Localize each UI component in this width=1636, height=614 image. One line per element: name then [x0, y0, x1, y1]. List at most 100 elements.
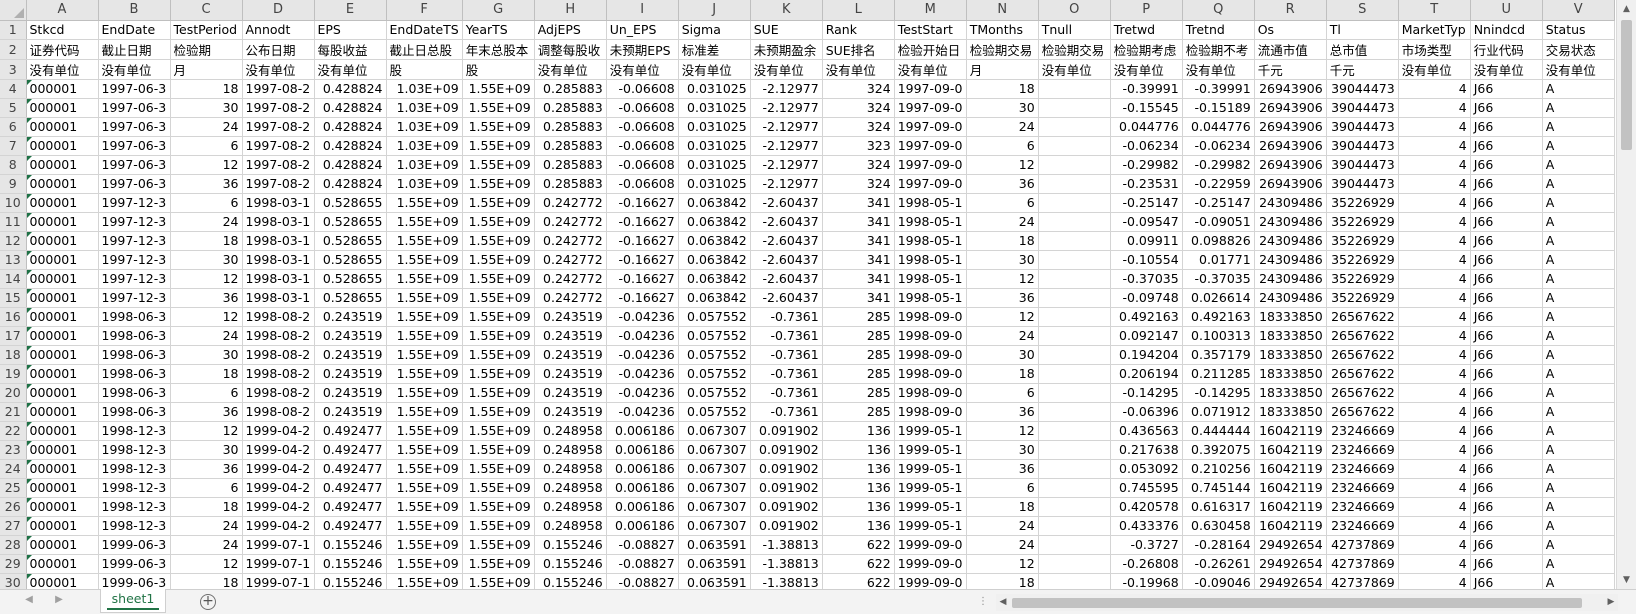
cell-D24[interactable]: 1999-04-2 [242, 459, 315, 479]
cell-B29[interactable]: 1999-06-3 [98, 554, 171, 574]
cell-V23[interactable]: A [1542, 440, 1615, 460]
cell-L27[interactable]: 136 [822, 516, 895, 536]
cell-E12[interactable]: 0.528655 [314, 231, 387, 251]
cell-Q23[interactable]: 0.392075 [1182, 440, 1255, 460]
cell-Q16[interactable]: 0.492163 [1182, 307, 1255, 327]
cell-A1[interactable]: Stkcd [26, 20, 99, 40]
cell-F21[interactable]: 1.55E+09 [386, 402, 463, 422]
cell-Q21[interactable]: 0.071912 [1182, 402, 1255, 422]
cell-G1[interactable]: YearTS [462, 20, 535, 40]
cell-A9[interactable]: 000001 [26, 174, 99, 194]
cell-B1[interactable]: EndDate [98, 20, 171, 40]
cell-Q1[interactable]: Tretnd [1182, 20, 1255, 40]
cell-A15[interactable]: 000001 [26, 288, 99, 308]
column-header-U[interactable]: U [1470, 0, 1543, 21]
cell-E15[interactable]: 0.528655 [314, 288, 387, 308]
cell-P2[interactable]: 检验期考虑 [1110, 39, 1183, 60]
cell-A24[interactable]: 000001 [26, 459, 99, 479]
cell-A4[interactable]: 000001 [26, 79, 99, 99]
scroll-up-arrow-icon[interactable]: ▲ [1617, 0, 1636, 18]
cell-Q10[interactable]: -0.25147 [1182, 193, 1255, 213]
cell-L23[interactable]: 136 [822, 440, 895, 460]
cell-Q5[interactable]: -0.15189 [1182, 98, 1255, 118]
cell-N8[interactable]: 12 [966, 155, 1039, 175]
cell-Q19[interactable]: 0.211285 [1182, 364, 1255, 384]
cell-L8[interactable]: 324 [822, 155, 895, 175]
cell-A25[interactable]: 000001 [26, 478, 99, 498]
cell-H22[interactable]: 0.248958 [534, 421, 607, 441]
cell-G27[interactable]: 1.55E+09 [462, 516, 535, 536]
cell-C11[interactable]: 24 [170, 212, 243, 232]
row-header[interactable]: 7 [0, 136, 27, 156]
cell-E19[interactable]: 0.243519 [314, 364, 387, 384]
cell-F1[interactable]: EndDateTS [386, 20, 463, 40]
cell-G26[interactable]: 1.55E+09 [462, 497, 535, 517]
cell-K3[interactable]: 没有单位 [750, 59, 823, 80]
cell-O6[interactable] [1038, 117, 1111, 137]
cell-P20[interactable]: -0.14295 [1110, 383, 1183, 403]
cell-M27[interactable]: 1999-05-1 [894, 516, 967, 536]
cell-L4[interactable]: 324 [822, 79, 895, 99]
cell-I3[interactable]: 没有单位 [606, 59, 679, 80]
cell-G14[interactable]: 1.55E+09 [462, 269, 535, 289]
cell-H11[interactable]: 0.242772 [534, 212, 607, 232]
cell-H23[interactable]: 0.248958 [534, 440, 607, 460]
cell-O27[interactable] [1038, 516, 1111, 536]
cell-C7[interactable]: 6 [170, 136, 243, 156]
cell-K26[interactable]: 0.091902 [750, 497, 823, 517]
cell-J28[interactable]: 0.063591 [678, 535, 751, 555]
cell-C3[interactable]: 月 [170, 59, 243, 80]
cell-S25[interactable]: 23246669 [1326, 478, 1399, 498]
cell-L10[interactable]: 341 [822, 193, 895, 213]
cell-E28[interactable]: 0.155246 [314, 535, 387, 555]
cell-I20[interactable]: -0.04236 [606, 383, 679, 403]
cell-M7[interactable]: 1997-09-0 [894, 136, 967, 156]
cell-C18[interactable]: 30 [170, 345, 243, 365]
cell-E17[interactable]: 0.243519 [314, 326, 387, 346]
column-header-D[interactable]: D [242, 0, 315, 21]
column-header-V[interactable]: V [1542, 0, 1615, 21]
cell-D29[interactable]: 1999-07-1 [242, 554, 315, 574]
cell-A3[interactable]: 没有单位 [26, 59, 99, 80]
cell-S4[interactable]: 39044473 [1326, 79, 1399, 99]
cell-U30[interactable]: J66 [1470, 573, 1543, 589]
cell-N10[interactable]: 6 [966, 193, 1039, 213]
cell-F16[interactable]: 1.55E+09 [386, 307, 463, 327]
cell-K30[interactable]: -1.38813 [750, 573, 823, 589]
cell-C2[interactable]: 检验期 [170, 39, 243, 60]
cell-E7[interactable]: 0.428824 [314, 136, 387, 156]
cell-J20[interactable]: 0.057552 [678, 383, 751, 403]
cell-Q26[interactable]: 0.616317 [1182, 497, 1255, 517]
cell-S18[interactable]: 26567622 [1326, 345, 1399, 365]
cell-N19[interactable]: 18 [966, 364, 1039, 384]
cell-R28[interactable]: 29492654 [1254, 535, 1327, 555]
cell-B12[interactable]: 1997-12-3 [98, 231, 171, 251]
prev-sheet-arrow-icon[interactable]: ◀ [22, 594, 36, 605]
cell-C25[interactable]: 6 [170, 478, 243, 498]
cell-J1[interactable]: Sigma [678, 20, 751, 40]
cell-N17[interactable]: 24 [966, 326, 1039, 346]
column-header-E[interactable]: E [314, 0, 387, 21]
cell-P15[interactable]: -0.09748 [1110, 288, 1183, 308]
cell-C13[interactable]: 30 [170, 250, 243, 270]
cell-S3[interactable]: 千元 [1326, 59, 1399, 80]
cell-I13[interactable]: -0.16627 [606, 250, 679, 270]
cell-P1[interactable]: Tretwd [1110, 20, 1183, 40]
cell-N11[interactable]: 24 [966, 212, 1039, 232]
cell-K23[interactable]: 0.091902 [750, 440, 823, 460]
cell-L18[interactable]: 285 [822, 345, 895, 365]
cell-P14[interactable]: -0.37035 [1110, 269, 1183, 289]
cell-C27[interactable]: 24 [170, 516, 243, 536]
cell-C26[interactable]: 18 [170, 497, 243, 517]
cell-N24[interactable]: 36 [966, 459, 1039, 479]
cell-E8[interactable]: 0.428824 [314, 155, 387, 175]
cell-N12[interactable]: 18 [966, 231, 1039, 251]
cell-R24[interactable]: 16042119 [1254, 459, 1327, 479]
cell-U19[interactable]: J66 [1470, 364, 1543, 384]
cell-V29[interactable]: A [1542, 554, 1615, 574]
vertical-scrollbar[interactable]: ▲ ▼ [1616, 0, 1636, 589]
cell-S24[interactable]: 23246669 [1326, 459, 1399, 479]
cell-T26[interactable]: 4 [1398, 497, 1471, 517]
cell-J2[interactable]: 标准差 [678, 39, 751, 60]
cell-U25[interactable]: J66 [1470, 478, 1543, 498]
